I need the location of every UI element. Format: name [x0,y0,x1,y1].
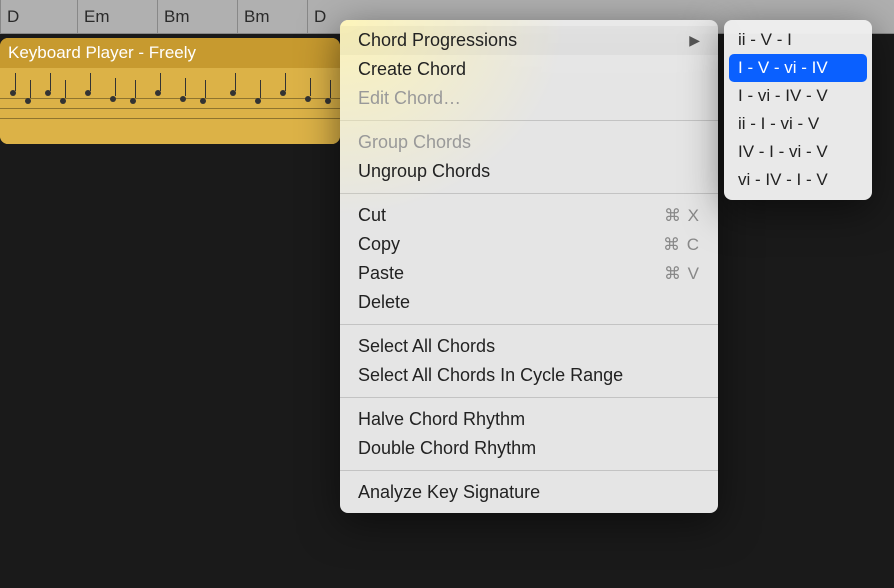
menu-item-label: Ungroup Chords [358,161,490,182]
menu-separator [340,120,718,121]
menu-item-label: Delete [358,292,410,313]
region-header: Keyboard Player - Freely [0,38,340,68]
menu-item-delete[interactable]: Delete [340,288,718,317]
menu-item-label: Group Chords [358,132,471,153]
midi-region[interactable]: Keyboard Player - Freely [0,38,340,144]
menu-item-select-all-chords-in-cycle-range[interactable]: Select All Chords In Cycle Range [340,361,718,390]
menu-item-select-all-chords[interactable]: Select All Chords [340,332,718,361]
menu-item-ungroup-chords[interactable]: Ungroup Chords [340,157,718,186]
menu-item-label: Edit Chord… [358,88,461,109]
menu-separator [340,397,718,398]
menu-shortcut: ⌘ C [663,235,700,255]
chord-label: Bm [164,7,190,27]
menu-item-label: Copy [358,234,400,255]
chord-cell[interactable]: D [0,0,77,33]
menu-separator [340,324,718,325]
menu-item-paste[interactable]: Paste ⌘ V [340,259,718,288]
chord-label: Em [84,7,110,27]
chord-cell[interactable]: Bm [157,0,237,33]
menu-item-halve-chord-rhythm[interactable]: Halve Chord Rhythm [340,405,718,434]
chevron-right-icon: ▶ [689,32,700,49]
progression-i-v-vi-iv[interactable]: I - V - vi - IV [729,54,867,82]
progression-i-vi-iv-v[interactable]: I - vi - IV - V [724,82,872,110]
menu-item-analyze-key-signature[interactable]: Analyze Key Signature [340,478,718,507]
menu-item-label: Cut [358,205,386,226]
menu-item-label: Select All Chords In Cycle Range [358,365,623,386]
region-title: Keyboard Player - Freely [8,43,196,63]
chord-cell[interactable]: Em [77,0,157,33]
menu-item-group-chords: Group Chords [340,128,718,157]
menu-shortcut: ⌘ V [664,264,700,284]
menu-item-cut[interactable]: Cut ⌘ X [340,201,718,230]
context-menu: Chord Progressions ▶ Create Chord Edit Chor… [340,20,718,513]
menu-shortcut: ⌘ X [664,206,700,226]
progression-vi-iv-i-v[interactable]: vi - IV - I - V [724,166,872,194]
menu-item-label: Paste [358,263,404,284]
menu-item-label: Halve Chord Rhythm [358,409,525,430]
chord-label: D [314,7,326,27]
menu-item-chord-progressions[interactable]: Chord Progressions ▶ [340,26,718,55]
chord-label: D [7,7,19,27]
menu-separator [340,470,718,471]
menu-item-edit-chord: Edit Chord… [340,84,718,113]
region-body [0,68,340,144]
menu-item-create-chord[interactable]: Create Chord [340,55,718,84]
menu-item-double-chord-rhythm[interactable]: Double Chord Rhythm [340,434,718,463]
menu-separator [340,193,718,194]
chord-label: Bm [244,7,270,27]
menu-item-label: Select All Chords [358,336,495,357]
progression-ii-v-i[interactable]: ii - V - I [724,26,872,54]
progression-iv-i-vi-v[interactable]: IV - I - vi - V [724,138,872,166]
chord-progressions-submenu: ii - V - II - V - vi - IVI - vi - IV - V… [724,20,872,200]
chord-cell[interactable]: Bm [237,0,307,33]
menu-item-label: Create Chord [358,59,466,80]
menu-item-label: Double Chord Rhythm [358,438,536,459]
menu-item-label: Analyze Key Signature [358,482,540,503]
menu-item-label: Chord Progressions [358,30,517,51]
progression-ii-i-vi-v[interactable]: ii - I - vi - V [724,110,872,138]
menu-item-copy[interactable]: Copy ⌘ C [340,230,718,259]
